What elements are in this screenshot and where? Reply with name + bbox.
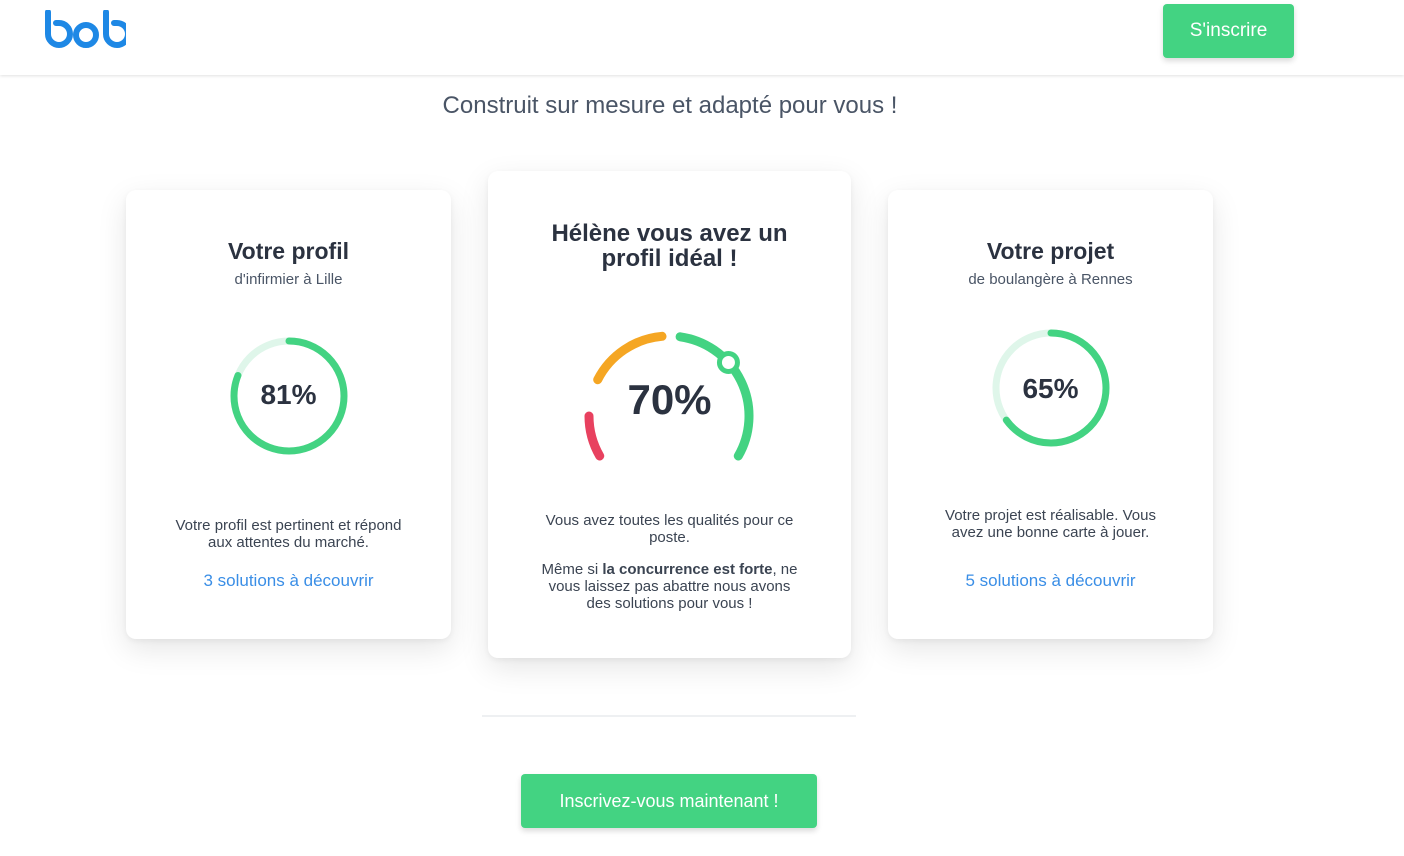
profile-solutions-link[interactable]: 3 solutions à découvrir [126, 571, 451, 591]
match-text-part: Même si [541, 561, 603, 578]
project-card-text: Votre projet est réalisable. Vous avez u… [945, 507, 1156, 541]
profile-card-title: Votre profil [228, 238, 349, 264]
gauge-mid-segment [593, 331, 667, 385]
gauge-marker [716, 350, 740, 374]
bob-logo[interactable] [44, 9, 131, 52]
match-card-text-1: Vous avez toutes les qualités pour ce po… [545, 512, 794, 546]
profile-card-subtitle: d'infirmier à Lille [234, 271, 343, 288]
profile-card-text: Votre profil est pertinent et répond aux… [175, 517, 402, 551]
match-card-text-2: Même si la concurrence est forte, ne vou… [536, 561, 803, 612]
project-card: Votre projet de boulangère à Rennes 65% … [888, 190, 1213, 639]
section-divider [482, 715, 856, 717]
profile-score-value: 81% [260, 379, 317, 410]
project-card-subtitle: de boulangère à Rennes [968, 271, 1133, 288]
bob-logo-mark [45, 9, 131, 48]
match-card: Hélène vous avez un profil idéal ! 70% V… [488, 171, 851, 658]
project-score-value: 65% [1022, 373, 1079, 404]
match-card-title: Hélène vous avez un profil idéal ! [551, 220, 788, 272]
signup-button[interactable]: S'inscrire [1163, 4, 1294, 58]
signup-now-button[interactable]: Inscrivez-vous maintenant ! [521, 774, 817, 828]
profile-card: Votre profil d'infirmier à Lille 81% Vot… [126, 190, 451, 639]
project-card-title: Votre projet [986, 238, 1115, 264]
match-text-emphasis: la concurrence est forte [602, 561, 773, 578]
top-header: S'inscrire [0, 0, 1404, 75]
project-solutions-link[interactable]: 5 solutions à découvrir [888, 571, 1213, 591]
page-subtitle: Construit sur mesure et adapté pour vous… [442, 92, 898, 119]
match-score-value: 70% [627, 376, 712, 423]
